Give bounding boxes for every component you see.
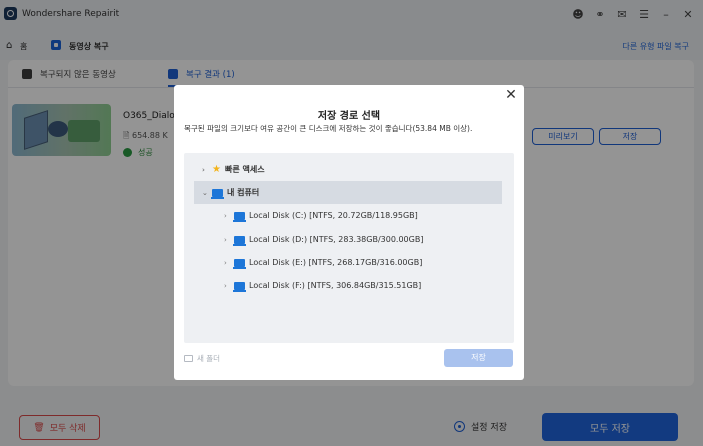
new-folder-button[interactable]: 새 폴더: [184, 353, 220, 364]
tree-item-label: 빠른 액세스: [224, 165, 265, 174]
dialog-description: 복구된 파일의 크기보다 여유 공간이 큰 디스크에 저장하는 것이 좋습니다(…: [184, 124, 473, 133]
disk-icon: [233, 258, 246, 269]
computer-icon: [211, 188, 224, 199]
app-window: Wondershare Repairit ☻ ⚭ ✉ ☰ – ✕ ⌂ 홈 동영상…: [0, 0, 703, 446]
dialog-save-button[interactable]: 저장: [444, 349, 513, 367]
chevron-right-icon: ›: [202, 165, 205, 174]
disk-icon: [233, 235, 246, 246]
tree-item-label: Local Disk (D:) [NTFS, 283.38GB/300.00GB…: [249, 235, 424, 244]
chevron-right-icon: ›: [224, 211, 227, 220]
tree-item-disk-e[interactable]: › Local Disk (E:) [NTFS, 268.17GB/316.00…: [224, 258, 423, 269]
disk-icon: [233, 281, 246, 292]
chevron-down-icon: ⌄: [202, 188, 208, 197]
tree-item-label: Local Disk (E:) [NTFS, 268.17GB/316.00GB…: [249, 258, 423, 267]
tree-item-disk-d[interactable]: › Local Disk (D:) [NTFS, 283.38GB/300.00…: [224, 235, 424, 246]
chevron-right-icon: ›: [224, 235, 227, 244]
tree-item-my-computer[interactable]: ⌄ 내 컴퓨터: [194, 181, 502, 204]
new-folder-icon: [184, 355, 193, 362]
disk-icon: [233, 211, 246, 222]
tree-item-label: 내 컴퓨터: [227, 188, 260, 197]
tree-item-disk-f[interactable]: › Local Disk (F:) [NTFS, 306.84GB/315.51…: [224, 281, 422, 292]
tree-item-disk-c[interactable]: › Local Disk (C:) [NTFS, 20.72GB/118.95G…: [224, 211, 418, 222]
new-folder-label: 새 폴더: [197, 354, 221, 363]
tree-item-label: Local Disk (F:) [NTFS, 306.84GB/315.51GB…: [249, 281, 422, 290]
save-path-dialog: ✕ 저장 경로 선택 복구된 파일의 크기보다 여유 공간이 큰 디스크에 저장…: [174, 85, 524, 380]
tree-item-label: Local Disk (C:) [NTFS, 20.72GB/118.95GB]: [249, 211, 418, 220]
close-icon[interactable]: ✕: [504, 88, 518, 102]
tree-item-quick-access[interactable]: › ★ 빠른 액세스: [202, 164, 265, 175]
chevron-right-icon: ›: [224, 258, 227, 267]
star-icon: ★: [212, 164, 221, 175]
dialog-title: 저장 경로 선택: [317, 111, 381, 122]
chevron-right-icon: ›: [224, 281, 227, 290]
folder-tree: › ★ 빠른 액세스 ⌄ 내 컴퓨터 › Local Disk (C:) [NT…: [184, 153, 514, 343]
